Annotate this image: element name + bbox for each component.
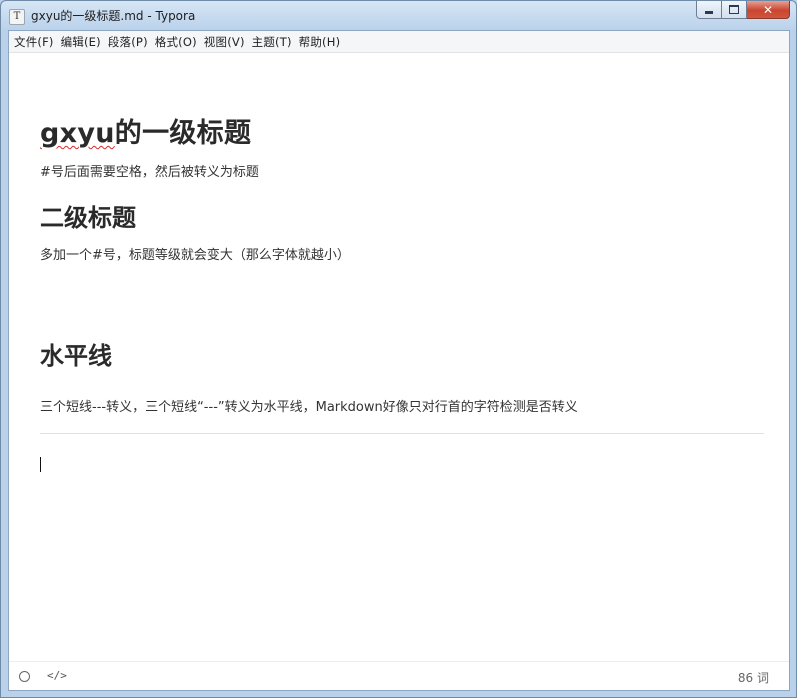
heading-2-first[interactable]: 二级标题 [40, 198, 136, 233]
heading-1-text: 的一级标题 [114, 118, 252, 149]
status-bar: </> 86 词 [9, 661, 789, 690]
maximize-button[interactable] [722, 1, 747, 19]
heading-1[interactable]: gxyu的一级标题 [40, 111, 251, 150]
horizontal-rule [40, 433, 764, 434]
outline-toggle-icon[interactable] [19, 671, 30, 682]
window-title: gxyu的一级标题.md - Typora [31, 9, 196, 23]
menu-bar: 文件(F) 编辑(E) 段落(P) 格式(O) 视图(V) 主题(T) 帮助(H… [9, 31, 789, 53]
window-controls: ✕ [696, 1, 790, 21]
maximize-icon [729, 5, 739, 14]
menu-file[interactable]: 文件(F) [13, 34, 60, 50]
close-icon: ✕ [762, 2, 774, 17]
minimize-icon [705, 11, 713, 14]
typora-app-icon[interactable]: T [9, 9, 25, 25]
text-cursor [40, 457, 41, 472]
menu-edit[interactable]: 编辑(E) [60, 34, 107, 50]
paragraph-3[interactable]: 三个短线---转义，三个短线“---”转义为水平线，Markdown好像只对行首… [40, 396, 578, 415]
client-area: 文件(F) 编辑(E) 段落(P) 格式(O) 视图(V) 主题(T) 帮助(H… [8, 30, 790, 691]
menu-paragraph[interactable]: 段落(P) [107, 34, 154, 50]
close-button[interactable]: ✕ [747, 1, 790, 19]
paragraph-2[interactable]: 多加一个#号，标题等级就会变大（那么字体就越小） [40, 244, 350, 263]
title-bar[interactable]: T gxyu的一级标题.md - Typora ✕ [1, 1, 796, 30]
menu-theme[interactable]: 主题(T) [251, 34, 298, 50]
minimize-button[interactable] [696, 1, 722, 19]
word-count[interactable]: 86 词 [738, 669, 769, 686]
menu-help[interactable]: 帮助(H) [298, 34, 347, 50]
heading-1-word: gxyu [40, 118, 115, 149]
source-mode-toggle-icon[interactable]: </> [47, 669, 67, 682]
menu-format[interactable]: 格式(O) [154, 34, 203, 50]
editor-area[interactable]: gxyu的一级标题 #号后面需要空格，然后被转义为标题 二级标题 多加一个#号，… [9, 53, 789, 663]
menu-view[interactable]: 视图(V) [203, 34, 251, 50]
app-window: T gxyu的一级标题.md - Typora ✕ 文件(F) 编辑(E) 段落… [0, 0, 797, 698]
heading-2-second[interactable]: 水平线 [40, 336, 112, 371]
paragraph-1[interactable]: #号后面需要空格，然后被转义为标题 [40, 161, 259, 180]
